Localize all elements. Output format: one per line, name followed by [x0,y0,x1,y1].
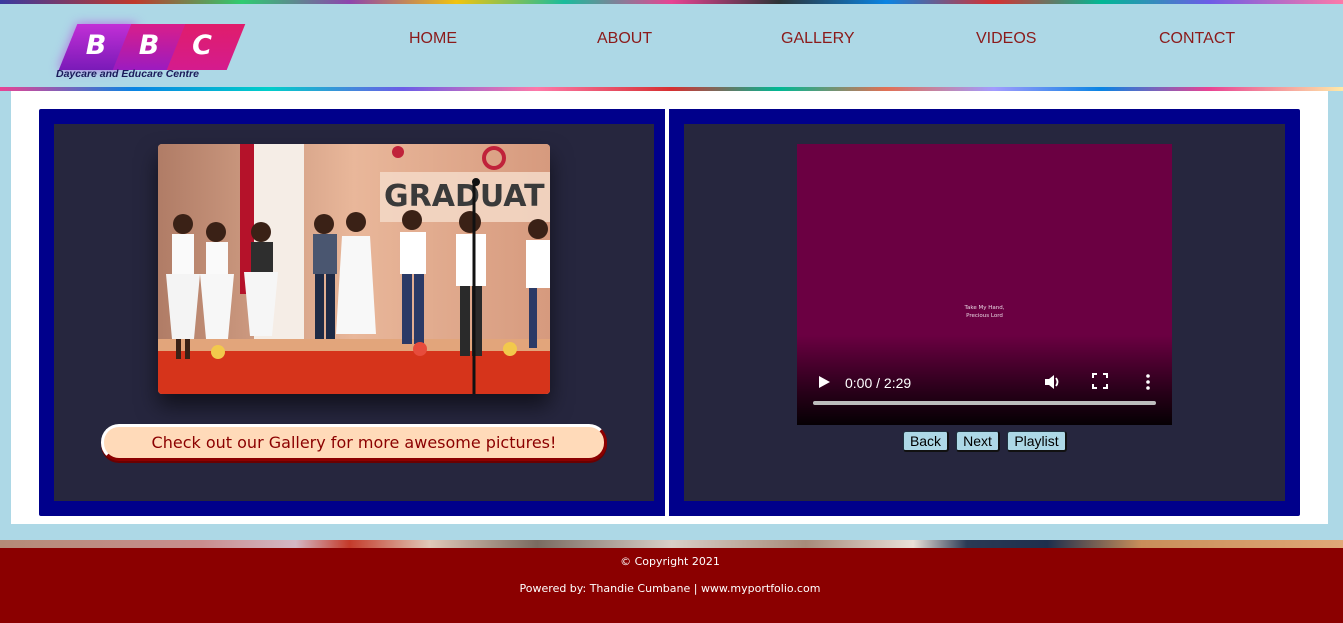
powered-by-text[interactable]: Powered by: Thandie Cumbane | www.myport… [0,582,1340,595]
volume-icon[interactable] [1043,373,1061,391]
site-header: B B C Daycare and Educare Centre HOME AB… [0,0,1343,91]
copyright-text: © Copyright 2021 [620,555,720,568]
logo-tagline: Daycare and Educare Centre [56,68,199,80]
play-icon[interactable] [817,375,831,389]
video-progress-bar[interactable] [813,401,1156,405]
fullscreen-icon[interactable] [1092,373,1108,389]
nav-link-gallery[interactable]: GALLERY [781,30,855,48]
nav-link-videos[interactable]: VIDEOS [976,30,1036,48]
gallery-banner[interactable]: Check out our Gallery for more awesome p… [101,424,607,461]
site-footer: © Copyright 2021 Powered by: Thandie Cum… [0,548,1343,623]
video-caption: Take My Hand, Precious Lord [964,305,1005,319]
svg-text:GRADUAT: GRADUAT [384,179,545,214]
graduation-photo: GRADUAT [158,144,550,394]
panel-divider [665,109,669,516]
video-time-display: 0:00 / 2:29 [845,375,912,391]
nav-link-home[interactable]: HOME [409,30,457,48]
nav-link-contact[interactable]: CONTACT [1159,30,1235,48]
decorative-stripe-top [0,0,1343,4]
video-player[interactable]: Take My Hand, Precious Lord 0:00 / 2:29 [797,144,1172,425]
video-controls: 0:00 / 2:29 [797,365,1172,425]
next-button[interactable]: Next [956,431,1000,452]
back-button[interactable]: Back [903,431,949,452]
nav-link-about[interactable]: ABOUT [597,30,652,48]
more-options-icon[interactable] [1145,373,1151,391]
footer-background-image [0,540,1343,548]
main-nav: HOME ABOUT GALLERY VIDEOS CONTACT [0,30,1343,52]
playlist-button[interactable]: Playlist [1007,431,1067,452]
